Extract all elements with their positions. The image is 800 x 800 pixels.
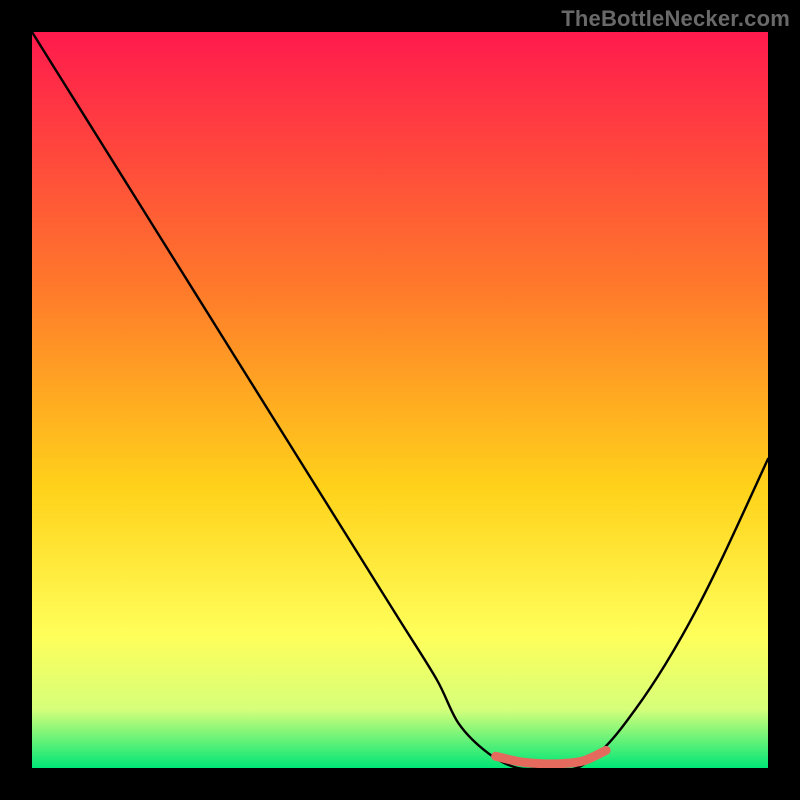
gradient-background [32, 32, 768, 768]
chart-frame [32, 32, 768, 768]
bottleneck-chart [32, 32, 768, 768]
watermark-text: TheBottleNecker.com [561, 6, 790, 32]
